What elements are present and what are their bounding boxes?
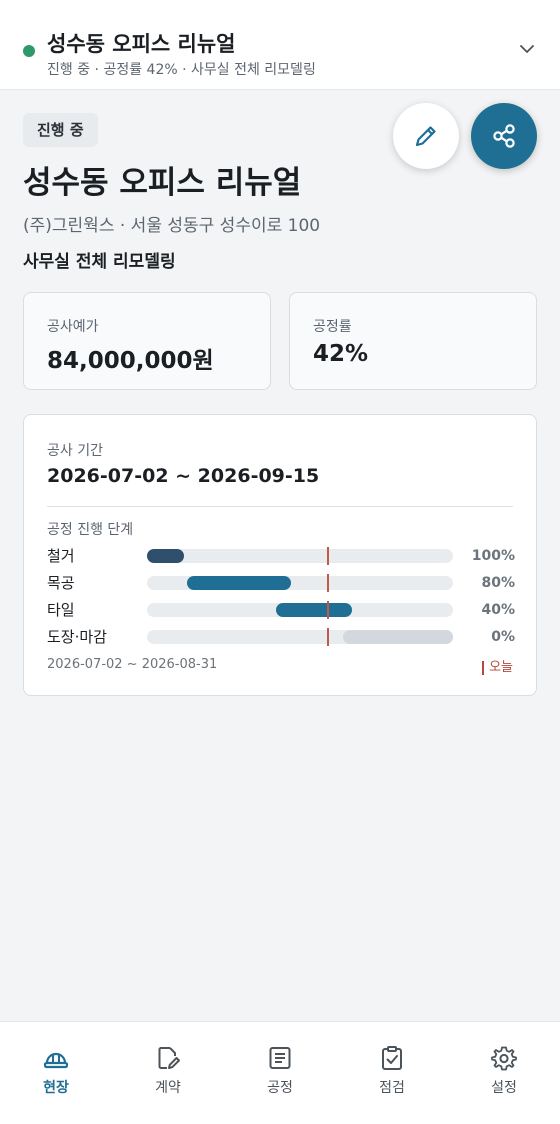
stages-title: 공정 진행 단계 bbox=[47, 522, 134, 538]
stage-bar bbox=[147, 549, 184, 563]
share-icon bbox=[493, 124, 515, 148]
gear-icon bbox=[491, 1046, 517, 1071]
stage-track bbox=[147, 601, 453, 619]
stage-track bbox=[147, 547, 453, 565]
stage-percent: 0% bbox=[491, 629, 515, 645]
budget-value: 84,000,000원 bbox=[47, 348, 214, 374]
today-marker bbox=[326, 547, 329, 565]
stage-track bbox=[147, 628, 453, 646]
today-label: 오늘 bbox=[489, 660, 513, 675]
today-marker bbox=[326, 628, 329, 646]
stage-bar bbox=[275, 603, 353, 617]
tab-label: 설정 bbox=[491, 1080, 517, 1096]
period-label: 공사 기간 bbox=[47, 443, 103, 459]
sticky-header[interactable]: 성수동 오피스 리뉴얼 진행 중 · 공정률 42% · 사무실 전체 리모델링 bbox=[0, 0, 560, 90]
stage-row-tile: 타일 40% bbox=[47, 600, 515, 620]
today-marker bbox=[326, 601, 329, 619]
list-doc-icon bbox=[269, 1047, 291, 1069]
period-range: 2026-07-02 ~ 2026-09-15 bbox=[47, 465, 320, 487]
tab-process[interactable]: 공정 bbox=[224, 1022, 336, 1124]
tab-site[interactable]: 현장 bbox=[0, 1022, 112, 1124]
tab-settings[interactable]: 설정 bbox=[448, 1022, 560, 1124]
tab-inspection[interactable]: 점검 bbox=[336, 1022, 448, 1124]
budget-card: 공사예가 84,000,000원 bbox=[23, 292, 271, 390]
progress-value: 42% bbox=[313, 341, 369, 367]
stage-percent: 80% bbox=[481, 575, 515, 591]
status-dot bbox=[23, 45, 35, 57]
stage-percent: 40% bbox=[481, 602, 515, 618]
tab-contract[interactable]: 계약 bbox=[112, 1022, 224, 1124]
budget-label: 공사예가 bbox=[47, 319, 99, 335]
project-scope: 사무실 전체 리모델링 bbox=[23, 252, 176, 272]
stage-name: 타일 bbox=[47, 601, 75, 619]
pencil-icon bbox=[415, 126, 436, 147]
page-title: 성수동 오피스 리뉴얼 bbox=[23, 165, 302, 201]
status-badge: 진행 중 bbox=[23, 113, 98, 147]
today-marker bbox=[326, 574, 329, 592]
hardhat-icon bbox=[43, 1052, 69, 1069]
share-button[interactable] bbox=[471, 103, 537, 169]
tab-label: 현장 bbox=[43, 1080, 69, 1096]
header-title: 성수동 오피스 리뉴얼 bbox=[47, 32, 236, 56]
divider bbox=[47, 506, 513, 507]
clipboard-check-icon bbox=[382, 1046, 402, 1070]
schedule-card: 공사 기간 2026-07-02 ~ 2026-09-15 공정 진행 단계 철… bbox=[23, 414, 537, 696]
tab-label: 계약 bbox=[155, 1080, 181, 1096]
stage-name: 철거 bbox=[47, 547, 75, 565]
client-address: (주)그린웍스 · 서울 성동구 성수이로 100 bbox=[23, 216, 321, 236]
tab-label: 공정 bbox=[267, 1080, 293, 1096]
stage-bar bbox=[342, 630, 453, 644]
bottom-tab-bar: 현장 계약 공정 점검 설정 bbox=[0, 1021, 560, 1124]
stage-row-demolition: 철거 100% bbox=[47, 546, 515, 566]
stage-bar bbox=[186, 576, 291, 590]
stage-name: 도장·마감 bbox=[47, 628, 107, 646]
stage-row-carpentry: 목공 80% bbox=[47, 573, 515, 593]
today-legend: 오늘 bbox=[482, 656, 513, 675]
stage-row-painting: 도장·마감 0% bbox=[47, 627, 515, 647]
timeline-range: 2026-07-02 ~ 2026-08-31 bbox=[47, 657, 218, 672]
edit-button[interactable] bbox=[393, 103, 459, 169]
progress-card: 공정률 42% bbox=[289, 292, 537, 390]
tab-label: 점검 bbox=[379, 1080, 405, 1096]
today-legend-mark bbox=[482, 660, 485, 675]
project-detail: 진행 중 성수동 오피스 리뉴얼 (주)그린웍스 · 서울 성동구 성수이로 1… bbox=[0, 91, 560, 1021]
stage-track bbox=[147, 574, 453, 592]
header-subtitle: 진행 중 · 공정률 42% · 사무실 전체 리모델링 bbox=[47, 62, 316, 78]
chevron-down-icon[interactable] bbox=[520, 42, 534, 56]
progress-label: 공정률 bbox=[313, 319, 352, 335]
contract-edit-icon bbox=[158, 1047, 180, 1069]
stage-percent: 100% bbox=[471, 548, 515, 564]
stage-name: 목공 bbox=[47, 574, 75, 592]
